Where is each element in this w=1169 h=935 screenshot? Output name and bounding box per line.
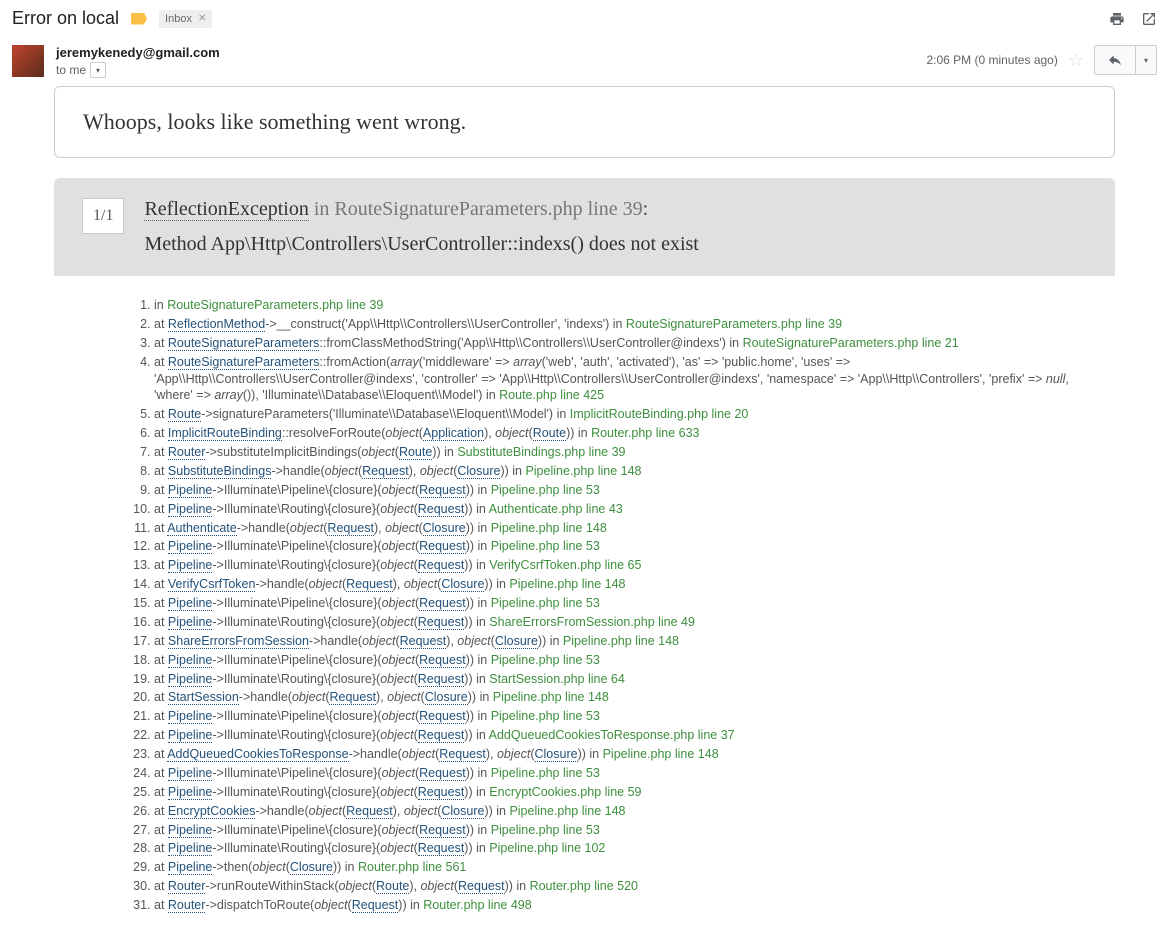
trace-line: at AddQueuedCookiesToResponse->handle(ob… — [154, 745, 1075, 764]
exception-name[interactable]: ReflectionException — [144, 198, 308, 221]
timestamp: 2:06 PM (0 minutes ago) — [926, 53, 1057, 67]
error-banner: Whoops, looks like something went wrong. — [54, 86, 1115, 158]
trace-line: at Pipeline->Illuminate\Routing\{closure… — [154, 783, 1075, 802]
trace-line: at Pipeline->Illuminate\Pipeline\{closur… — [154, 821, 1075, 840]
trace-line: at Pipeline->Illuminate\Pipeline\{closur… — [154, 707, 1075, 726]
trace-line: at Pipeline->Illuminate\Pipeline\{closur… — [154, 537, 1075, 556]
email-body: Whoops, looks like something went wrong.… — [0, 86, 1169, 935]
trace-line: at Router->substituteImplicitBindings(ob… — [154, 443, 1075, 462]
trace-line: at Pipeline->Illuminate\Routing\{closure… — [154, 839, 1075, 858]
exception-header: 1/1 ReflectionException in RouteSignatur… — [54, 178, 1115, 276]
reply-more-dropdown[interactable]: ▾ — [1135, 46, 1156, 74]
exception-in: in — [309, 198, 335, 220]
trace-line: at Pipeline->then(object(Closure)) in Ro… — [154, 858, 1075, 877]
show-details-dropdown[interactable]: ▾ — [90, 62, 106, 78]
trace-line: at Router->dispatchToRoute(object(Reques… — [154, 896, 1075, 915]
trace-line: at SubstituteBindings->handle(object(Req… — [154, 462, 1075, 481]
print-icon[interactable] — [1109, 11, 1125, 27]
sender-email[interactable]: jeremykenedy@gmail.com — [56, 45, 914, 60]
trace-line: at Route->signatureParameters('Illuminat… — [154, 405, 1075, 424]
remove-label-icon[interactable]: ✕ — [198, 13, 206, 24]
trace-line: at Pipeline->Illuminate\Routing\{closure… — [154, 500, 1075, 519]
trace-line: at Router->runRouteWithinStack(object(Ro… — [154, 877, 1075, 896]
trace-line: at Pipeline->Illuminate\Routing\{closure… — [154, 556, 1075, 575]
open-new-window-icon[interactable] — [1141, 11, 1157, 27]
sender-row: jeremykenedy@gmail.com to me ▾ 2:06 PM (… — [0, 37, 1169, 86]
inbox-label-text: Inbox — [165, 13, 192, 25]
email-header: Error on local Inbox ✕ — [0, 0, 1169, 37]
stack-trace: in RouteSignatureParameters.php line 39a… — [54, 276, 1115, 935]
trace-line: at Pipeline->Illuminate\Pipeline\{closur… — [154, 481, 1075, 500]
trace-line: at Pipeline->Illuminate\Pipeline\{closur… — [154, 764, 1075, 783]
star-icon[interactable]: ☆ — [1068, 50, 1084, 71]
trace-line: at Authenticate->handle(object(Request),… — [154, 519, 1075, 538]
label-icon[interactable] — [131, 13, 147, 25]
trace-line: at StartSession->handle(object(Request),… — [154, 688, 1075, 707]
trace-line: at RouteSignatureParameters::fromAction(… — [154, 353, 1075, 406]
trace-line: at Pipeline->Illuminate\Routing\{closure… — [154, 613, 1075, 632]
trace-line: at Pipeline->Illuminate\Routing\{closure… — [154, 670, 1075, 689]
exception-colon: : — [643, 198, 649, 220]
trace-line: in RouteSignatureParameters.php line 39 — [154, 296, 1075, 315]
trace-line: at ReflectionMethod->__construct('App\\H… — [154, 315, 1075, 334]
reply-button[interactable] — [1095, 46, 1135, 74]
exception-file[interactable]: RouteSignatureParameters.php line 39 — [334, 198, 642, 220]
exception-counter: 1/1 — [82, 198, 124, 234]
trace-line: at Pipeline->Illuminate\Routing\{closure… — [154, 726, 1075, 745]
trace-line: at Pipeline->Illuminate\Pipeline\{closur… — [154, 651, 1075, 670]
email-subject: Error on local — [12, 8, 119, 29]
trace-line: at ImplicitRouteBinding::resolveForRoute… — [154, 424, 1075, 443]
to-recipients: to me — [56, 63, 86, 77]
trace-line: at RouteSignatureParameters::fromClassMe… — [154, 334, 1075, 353]
trace-line: at VerifyCsrfToken->handle(object(Reques… — [154, 575, 1075, 594]
trace-line: at ShareErrorsFromSession->handle(object… — [154, 632, 1075, 651]
trace-line: at EncryptCookies->handle(object(Request… — [154, 802, 1075, 821]
inbox-label[interactable]: Inbox ✕ — [159, 10, 212, 28]
avatar[interactable] — [12, 45, 44, 77]
trace-line: at Pipeline->Illuminate\Pipeline\{closur… — [154, 594, 1075, 613]
exception-message: Method App\Http\Controllers\UserControll… — [144, 233, 698, 256]
